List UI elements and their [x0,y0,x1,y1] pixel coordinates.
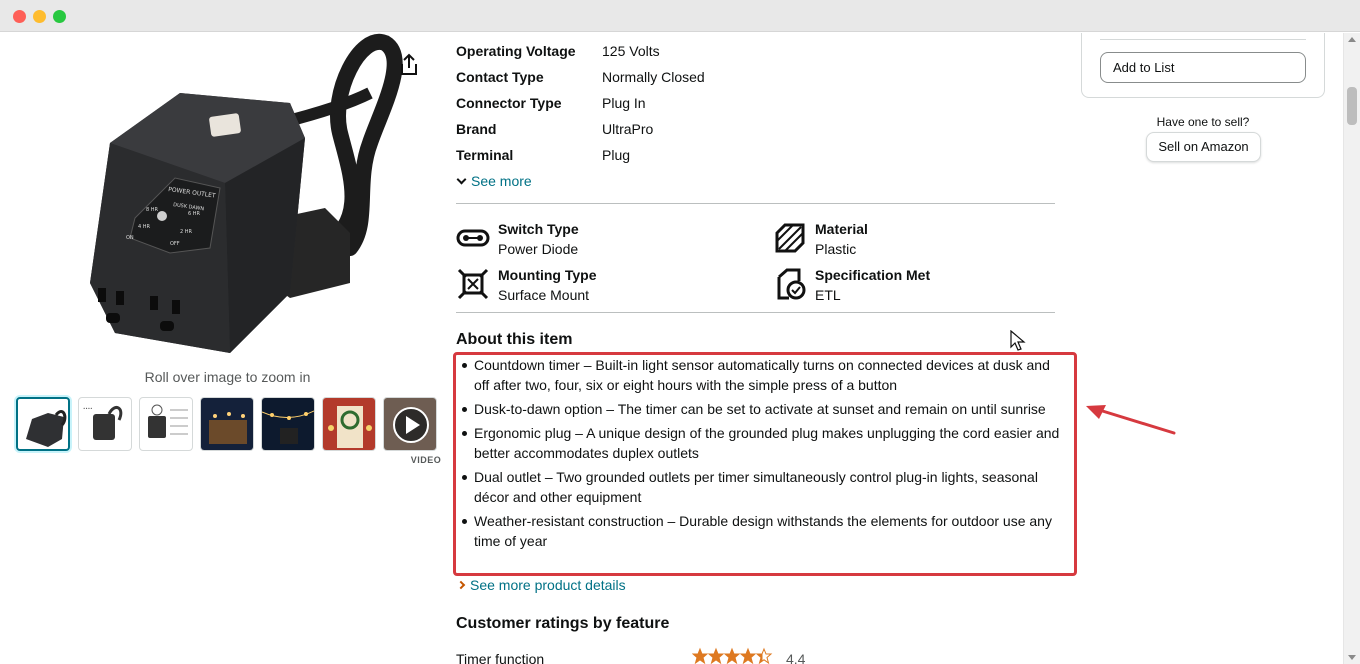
image-off-text: OFF [170,241,180,247]
star-icon [723,647,741,664]
about-bullet: Ergonomic plug – A unique design of the … [462,423,1064,463]
see-more-details-link[interactable]: See more product details [456,575,626,595]
maximize-window-button[interactable] [53,10,66,23]
share-icon[interactable] [398,53,420,77]
thumbnail-5[interactable] [261,397,315,451]
minimize-window-button[interactable] [33,10,46,23]
spec-key: Operating Voltage [456,43,576,59]
image-on-text: ON [126,235,134,241]
spec-value: Normally Closed [602,69,705,85]
scroll-up-icon[interactable] [1348,37,1356,42]
spec-key: Connector Type [456,95,562,111]
video-label: VIDEO [410,455,442,465]
star-icon [739,647,757,664]
spec-value: 125 Volts [602,43,660,59]
annotation-arrow-icon [1086,405,1176,435]
thumbnail-strip: •••• VIDEO [16,397,441,467]
see-more-details-label: See more product details [470,577,626,593]
divider [1100,39,1306,40]
feature-value: ETL [815,287,841,303]
feature-value: Surface Mount [498,287,590,303]
material-icon [775,223,805,253]
spec-key: Contact Type [456,69,544,85]
about-bullet: Countdown timer – Built-in light sensor … [462,355,1064,395]
mounting-icon [457,268,489,300]
switch-icon [456,229,490,247]
about-bullet: Dual outlet – Two grounded outlets per t… [462,467,1064,507]
divider [456,312,1055,313]
about-bullet: Dusk-to-dawn option – The timer can be s… [462,399,1064,419]
thumbnail-4[interactable] [200,397,254,451]
see-more-link[interactable]: See more [456,171,532,191]
mouse-cursor-icon [1010,330,1026,351]
sell-on-amazon-button[interactable]: Sell on Amazon [1146,132,1261,162]
chevron-down-icon [456,174,467,185]
main-product-image[interactable]: POWER OUTLET DUSK DAWN 8 HR 6 HR 4 HR 2 … [50,33,410,363]
spec-row: Brand UltraPro [456,116,1056,142]
feature-switch-type: Switch Type Power Diode [456,219,756,261]
spec-row: Operating Voltage 125 Volts [456,38,1056,64]
feature-title: Mounting Type [498,267,597,283]
close-window-button[interactable] [13,10,26,23]
have-one-to-sell-text: Have one to sell? [1156,115,1250,129]
chevron-right-icon [456,580,466,590]
star-icon [707,647,725,664]
feature-value: Plastic [815,241,857,257]
spec-row: Contact Type Normally Closed [456,64,1056,90]
feature-title: Switch Type [498,221,579,237]
star-icon [692,647,709,664]
feature-value: Power Diode [498,241,579,257]
thumbnail-2[interactable]: •••• [78,397,132,451]
star-rating [692,647,773,664]
spec-key: Brand [456,121,497,137]
feature-specification-met: Specification Met ETL [773,265,1073,307]
about-bullet-list: Countdown timer – Built-in light sensor … [462,355,1064,555]
scroll-down-icon[interactable] [1348,655,1356,660]
ratings-title: Customer ratings by feature [456,615,670,632]
product-page: POWER OUTLET DUSK DAWN 8 HR 6 HR 4 HR 2 … [0,33,1343,664]
star-icon [755,647,773,664]
see-more-label: See more [471,173,532,189]
scrollbar-thumb[interactable] [1347,87,1357,125]
zoom-hint: Roll over image to zoom in [144,369,311,385]
vertical-scrollbar[interactable] [1343,33,1360,664]
specification-icon [777,268,806,300]
thumbnail-6[interactable] [322,397,376,451]
spec-value: Plug [602,147,631,163]
window-titlebar [0,0,1360,32]
feature-title: Specification Met [815,267,931,283]
spec-value: Plug In [602,95,646,111]
about-bullet: Weather-resistant construction – Durable… [462,511,1064,551]
image-4hr-text: 4 HR [138,224,151,230]
spec-row: Connector Type Plug In [456,90,1056,116]
svg-text:••••: •••• [83,406,92,411]
thumbnail-3[interactable] [139,397,193,451]
feature-material: Material Plastic [773,219,1073,261]
divider [456,203,1055,204]
spec-value: UltraPro [602,121,654,137]
rating-row: Timer function 4.4 [456,647,856,664]
add-to-list-button[interactable]: Add to List [1100,52,1306,83]
thumbnail-1[interactable] [16,397,70,451]
image-8hr-text: 8 HR [146,207,159,213]
image-6hr-text: 6 HR [188,211,201,217]
rating-value: 4.4 [786,651,806,664]
image-2hr-text: 2 HR [180,229,193,235]
buy-box: Add to List [1081,33,1325,98]
feature-title: Material [815,221,868,237]
spec-key: Terminal [456,147,514,163]
spec-row: Terminal Plug [456,142,1056,168]
rating-label: Timer function [456,651,545,664]
video-thumbnail[interactable] [383,397,437,451]
feature-mounting-type: Mounting Type Surface Mount [456,265,756,307]
about-title: About this item [456,331,573,348]
